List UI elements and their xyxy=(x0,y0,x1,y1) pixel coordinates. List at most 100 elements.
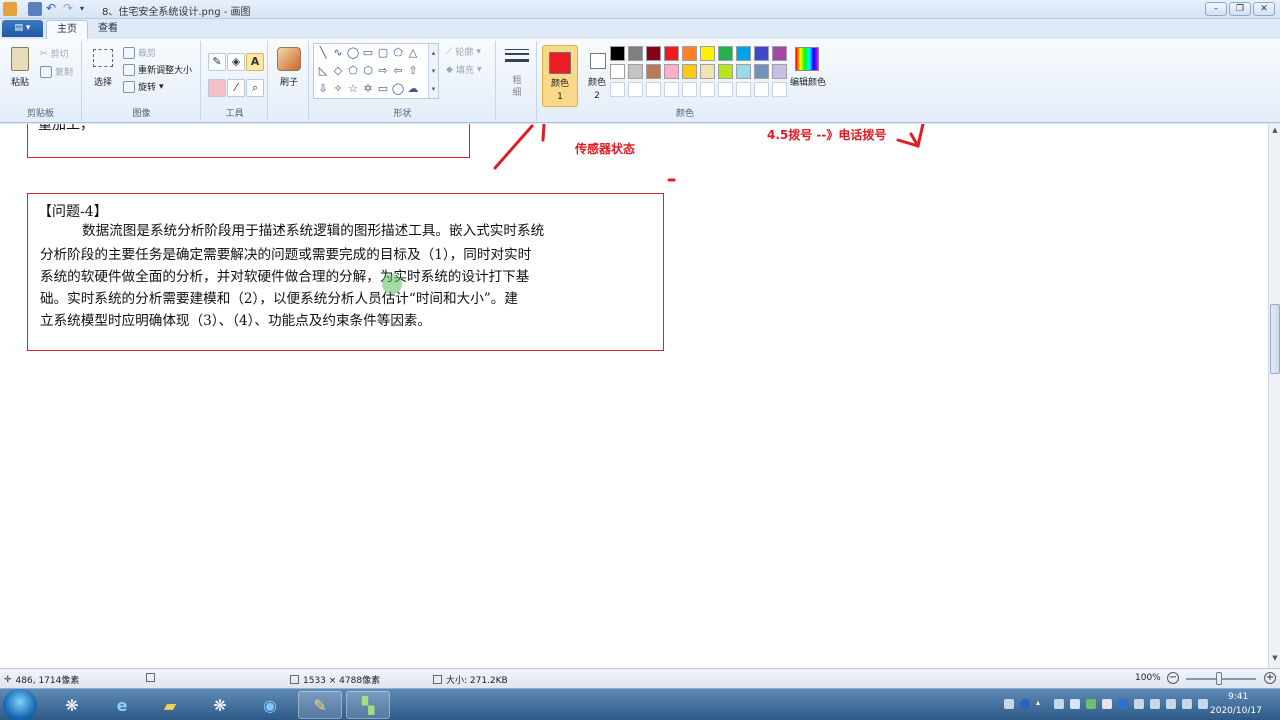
diamond-shape-icon[interactable]: ◇ xyxy=(331,64,345,78)
palette-swatch[interactable] xyxy=(718,82,733,97)
bluetooth-icon[interactable] xyxy=(1118,699,1128,709)
rotate-button[interactable]: 旋转 ▾ xyxy=(123,80,164,93)
text-tool-icon[interactable]: A xyxy=(246,53,264,71)
eraser-icon[interactable] xyxy=(208,79,226,97)
palette-swatch[interactable] xyxy=(754,46,769,61)
color1-button[interactable]: 颜色 1 xyxy=(542,45,578,107)
clock-date[interactable]: 2020/10/17 xyxy=(1210,706,1262,716)
palette-swatch[interactable] xyxy=(628,64,643,79)
curve-shape-icon[interactable]: ∿ xyxy=(331,46,345,60)
palette-swatch[interactable] xyxy=(682,64,697,79)
device-icon[interactable] xyxy=(1150,699,1160,709)
palette-swatch[interactable] xyxy=(610,82,625,97)
paste-button[interactable]: 粘贴 xyxy=(6,45,34,99)
palette-swatch[interactable] xyxy=(664,82,679,97)
left-arrow-shape-icon[interactable]: ⇦ xyxy=(391,64,405,78)
brushes-button[interactable]: 刷子 xyxy=(274,45,304,99)
taskbar-app-chart[interactable]: ▚ xyxy=(346,691,390,719)
four-point-star-shape-icon[interactable]: ✧ xyxy=(331,82,345,96)
shield-icon[interactable] xyxy=(1070,699,1080,709)
palette-swatch[interactable] xyxy=(664,46,679,61)
rectangle-shape-icon[interactable]: ▭ xyxy=(361,46,375,60)
pencil-icon[interactable]: ✎ xyxy=(208,53,226,71)
network-icon[interactable] xyxy=(1054,699,1064,709)
taskbar-app-baidu-netdisk[interactable]: ❋ xyxy=(50,691,94,719)
palette-swatch[interactable] xyxy=(646,46,661,61)
save-icon[interactable] xyxy=(28,2,42,16)
paint-app-icon[interactable] xyxy=(3,2,17,16)
oval-shape-icon[interactable]: ◯ xyxy=(346,46,360,60)
zoom-slider-thumb[interactable] xyxy=(1216,672,1222,685)
callout-cloud-shape-icon[interactable]: ☁ xyxy=(406,82,420,96)
five-point-star-shape-icon[interactable]: ☆ xyxy=(346,82,360,96)
palette-swatch[interactable] xyxy=(718,64,733,79)
taskbar-app-browser[interactable]: ◉ xyxy=(248,691,292,719)
up-arrow-shape-icon[interactable]: ⇧ xyxy=(406,64,420,78)
color-picker-icon[interactable]: ⁄ xyxy=(227,79,245,97)
redo-icon[interactable]: ↷ xyxy=(63,2,77,16)
six-point-star-shape-icon[interactable]: ✡ xyxy=(361,82,375,96)
monitor-icon[interactable] xyxy=(1134,699,1144,709)
size-button[interactable]: 粗细 xyxy=(503,47,531,101)
taskbar-app-cloud-2[interactable]: ❋ xyxy=(198,691,242,719)
restore-button[interactable]: ❐ xyxy=(1229,2,1251,16)
tray-expand-icon[interactable]: ▴ xyxy=(1036,698,1046,708)
rounded-rectangle-shape-icon[interactable]: ▢ xyxy=(376,46,390,60)
copy-button[interactable]: 复制 xyxy=(40,65,73,78)
file-menu-button[interactable]: ▤ ▾ xyxy=(2,20,43,37)
right-arrow-shape-icon[interactable]: ⇨ xyxy=(376,64,390,78)
scroll-up-icon[interactable]: ▲ xyxy=(1270,126,1280,136)
line-shape-icon[interactable]: ╲ xyxy=(316,46,330,60)
palette-swatch[interactable] xyxy=(628,46,643,61)
input-method-icon[interactable] xyxy=(1102,699,1112,709)
signal-icon[interactable] xyxy=(1198,699,1208,709)
palette-swatch[interactable] xyxy=(736,82,751,97)
palette-swatch[interactable] xyxy=(646,82,661,97)
palette-swatch[interactable] xyxy=(700,64,715,79)
taskbar-app-paint[interactable]: ✎ xyxy=(298,691,342,719)
palette-swatch[interactable] xyxy=(664,64,679,79)
zoom-in-icon[interactable]: + xyxy=(1264,672,1276,684)
triangle-shape-icon[interactable]: △ xyxy=(406,46,420,60)
security-icon[interactable] xyxy=(1086,699,1096,709)
tab-view[interactable]: 查看 xyxy=(88,20,128,39)
help-icon[interactable] xyxy=(1020,699,1030,709)
palette-swatch[interactable] xyxy=(610,46,625,61)
palette-swatch[interactable] xyxy=(700,46,715,61)
select-button[interactable]: 选择 xyxy=(89,45,117,99)
resize-button[interactable]: 重新调整大小 xyxy=(123,63,192,76)
volume-icon[interactable] xyxy=(1182,699,1192,709)
fill-button[interactable]: ◆ 填充 ▾ xyxy=(446,63,481,77)
palette-swatch[interactable] xyxy=(700,82,715,97)
power-icon[interactable] xyxy=(1166,699,1176,709)
cut-button[interactable]: ✂ 剪切 xyxy=(40,47,69,61)
keyboard-icon[interactable] xyxy=(1004,699,1014,709)
palette-swatch[interactable] xyxy=(736,64,751,79)
palette-swatch[interactable] xyxy=(610,64,625,79)
palette-swatch[interactable] xyxy=(628,82,643,97)
palette-swatch[interactable] xyxy=(682,82,697,97)
vertical-scrollbar[interactable]: ▲ ▼ xyxy=(1268,124,1280,668)
callout-rect-shape-icon[interactable]: ▭ xyxy=(376,82,390,96)
palette-swatch[interactable] xyxy=(754,64,769,79)
taskbar-app-explorer[interactable]: ▰ xyxy=(148,691,192,719)
palette-swatch[interactable] xyxy=(646,64,661,79)
palette-swatch[interactable] xyxy=(772,46,787,61)
edit-colors-button[interactable]: 编辑颜色 xyxy=(788,45,828,99)
palette-swatch[interactable] xyxy=(682,46,697,61)
palette-swatch[interactable] xyxy=(736,46,751,61)
down-arrow-shape-icon[interactable]: ⇩ xyxy=(316,82,330,96)
fill-bucket-icon[interactable]: ◈ xyxy=(227,53,245,71)
scroll-thumb[interactable] xyxy=(1270,304,1280,374)
close-button[interactable]: ✕ xyxy=(1253,2,1275,16)
scroll-down-icon[interactable]: ▼ xyxy=(1270,654,1280,664)
tab-home[interactable]: 主页 xyxy=(46,20,88,39)
hexagon-shape-icon[interactable]: ⬡ xyxy=(361,64,375,78)
crop-button[interactable]: 裁剪 xyxy=(123,46,156,59)
right-triangle-shape-icon[interactable]: ◺ xyxy=(316,64,330,78)
minimize-button[interactable]: – xyxy=(1205,2,1227,16)
outline-button[interactable]: ⟋ 轮廓 ▾ xyxy=(446,45,481,59)
customize-toolbar-icon[interactable]: ▾ xyxy=(80,2,94,16)
undo-icon[interactable]: ↶ xyxy=(46,2,60,16)
callout-oval-shape-icon[interactable]: ◯ xyxy=(391,82,405,96)
